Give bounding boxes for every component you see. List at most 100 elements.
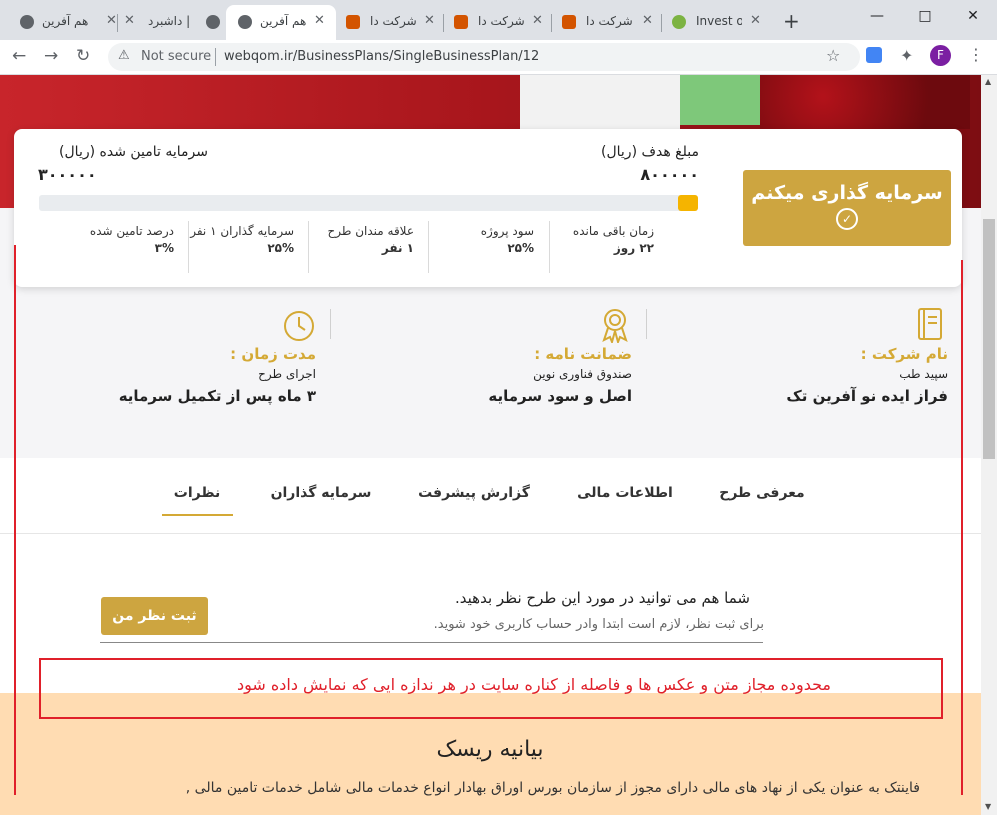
stat-value: ۳% [154, 241, 174, 255]
funding-card: مبلغ هدف (ریال) ۸۰۰۰۰۰ سرمایه تامین شده … [14, 129, 962, 287]
stat-divider [549, 221, 550, 273]
stat-value: ۱ نفر [381, 241, 414, 255]
browser-tab[interactable]: Invest or ✕ [662, 5, 772, 40]
close-icon[interactable]: ✕ [424, 13, 435, 28]
risk-title: بیانیه ریسک [436, 737, 544, 762]
stat-investors: سرمایه گذاران ۱ نفر ۲۵% [190, 224, 294, 255]
close-icon[interactable]: ✕ [750, 13, 761, 28]
product-label-image [680, 75, 760, 125]
site-icon [562, 15, 576, 29]
stat-label: علاقه مندان طرح [327, 224, 414, 238]
url-text[interactable]: webqom.ir/BusinessPlans/SingleBusinessPl… [224, 49, 539, 64]
scroll-thumb[interactable] [983, 219, 995, 459]
menu-icon[interactable]: ⋮ [968, 45, 984, 64]
tab-comments[interactable]: نظرات [162, 485, 232, 501]
info-divider [646, 309, 647, 339]
browser-tab[interactable]: شرکت دا ✕ [444, 5, 552, 40]
invest-button[interactable]: سرمایه گذاری میکنم ✓ [743, 170, 951, 246]
award-icon [598, 307, 632, 346]
page-content: مبلغ هدف (ریال) ۸۰۰۰۰۰ سرمایه تامین شده … [0, 75, 981, 815]
annotation-line-left [14, 245, 16, 795]
company-line2: فراز ایده نو آفرین تک [786, 387, 948, 405]
duration-line2: ۳ ماه پس از تکمیل سرمایه [118, 387, 316, 405]
site-icon [672, 15, 686, 29]
omnibox-divider [215, 48, 216, 66]
browser-tab[interactable]: ✕ داشبرد | [118, 5, 228, 40]
comments-divider [100, 642, 763, 643]
stat-label: سرمایه گذاران ۱ نفر [190, 224, 294, 238]
tab-intro[interactable]: معرفی طرح [712, 485, 812, 501]
annotation-text: محدوده مجاز متن و عکس ها و فاصله از کنار… [237, 675, 831, 694]
tab-title: شرکت دا [370, 14, 417, 28]
stat-divider [308, 221, 309, 273]
back-arrow-icon[interactable]: ← [12, 46, 26, 66]
risk-text: فاینتک به عنوان یکی از نهاد های مالی دار… [185, 780, 920, 796]
target-label: مبلغ هدف (ریال) [601, 144, 699, 160]
browser-tab[interactable]: شرکت دا ✕ [552, 5, 662, 40]
stat-divider [428, 221, 429, 273]
profile-avatar[interactable]: F [930, 45, 951, 66]
browser-tabstrip: هم آفرین ✕ ✕ داشبرد | هم آفرین ✕ شرکت دا… [0, 0, 997, 40]
reload-icon[interactable]: ↻ [76, 46, 90, 66]
security-label: Not secure [141, 49, 212, 64]
warning-icon[interactable]: ⚠ [118, 48, 130, 63]
close-icon[interactable]: ✕ [124, 13, 135, 28]
close-icon[interactable]: ✕ [106, 13, 117, 28]
info-divider [330, 309, 331, 339]
translate-icon[interactable] [866, 47, 882, 63]
close-icon[interactable]: ✕ [532, 13, 543, 28]
cherries-image [760, 75, 970, 129]
forward-arrow-icon[interactable]: → [44, 46, 58, 66]
globe-icon [238, 15, 252, 29]
company-line1: سپید طب [899, 367, 948, 381]
check-circle-icon: ✓ [836, 208, 858, 230]
close-icon[interactable]: ✕ [642, 13, 653, 28]
tab-financial[interactable]: اطلاعات مالی [575, 485, 675, 501]
page-scrollbar[interactable]: ▲ ▼ [981, 75, 997, 815]
stat-value: ۲۵% [267, 241, 294, 255]
invest-button-label: سرمایه گذاری میکنم [751, 182, 943, 204]
tab-progress[interactable]: گزارش پیشرفت [414, 485, 534, 501]
tab-title: شرکت دا [586, 14, 633, 28]
close-icon[interactable]: ✕ [314, 13, 325, 28]
browser-tab[interactable]: هم آفرین ✕ [8, 5, 118, 40]
tab-title: Invest or [696, 14, 742, 28]
clock-icon [282, 309, 316, 343]
annotation-line-right [961, 260, 963, 795]
comments-heading: شما هم می توانید در مورد این طرح نظر بده… [455, 589, 750, 607]
tab-investors[interactable]: سرمایه گذاران [262, 485, 380, 501]
address-bar[interactable]: ⚠ Not secure webqom.ir/BusinessPlans/Sin… [108, 43, 860, 71]
stat-label: درصد تامین شده [89, 224, 174, 238]
window-close-button[interactable]: ✕ [950, 0, 996, 32]
new-tab-button[interactable]: + [783, 9, 800, 33]
minimize-button[interactable]: — [854, 0, 900, 32]
submit-comment-button[interactable]: ثبت نظر من [101, 597, 208, 635]
plan-tabs: معرفی طرح اطلاعات مالی گزارش پیشرفت سرما… [0, 458, 981, 534]
maximize-button[interactable]: □ [902, 0, 948, 32]
tab-title: هم آفرین [42, 14, 89, 28]
stat-remaining: زمان باقی مانده ۲۲ روز [552, 224, 654, 255]
notebook-icon [916, 307, 944, 341]
raised-value: ۳۰۰۰۰۰ [38, 165, 97, 184]
progress-track [39, 195, 698, 211]
duration-title: مدت زمان : [230, 345, 316, 363]
scroll-up-arrow[interactable]: ▲ [985, 77, 991, 86]
bookmark-star-icon[interactable]: ☆ [826, 46, 840, 65]
progress-fill [678, 195, 698, 211]
stat-value: ۲۵% [507, 241, 534, 255]
browser-tab-active[interactable]: هم آفرین ✕ [226, 5, 336, 40]
browser-toolbar: ← → ↻ ⚠ Not secure webqom.ir/BusinessPla… [0, 40, 997, 75]
duration-line1: اجرای طرح [258, 367, 316, 381]
scroll-down-arrow[interactable]: ▼ [985, 802, 991, 811]
tab-title: شرکت دا [478, 14, 525, 28]
browser-tab[interactable]: شرکت دا ✕ [336, 5, 444, 40]
stat-value: ۲۲ روز [613, 241, 654, 255]
active-tab-underline [162, 514, 233, 516]
extensions-icon[interactable]: ✦ [900, 46, 913, 65]
product-box-image [520, 75, 680, 130]
stat-fans: علاقه مندان طرح ۱ نفر [312, 224, 414, 255]
tab-title: داشبرد | [148, 14, 191, 28]
stat-label: سود پروژه [480, 224, 534, 238]
guarantee-line2: اصل و سود سرمایه [488, 387, 632, 405]
target-value: ۸۰۰۰۰۰ [640, 165, 699, 184]
